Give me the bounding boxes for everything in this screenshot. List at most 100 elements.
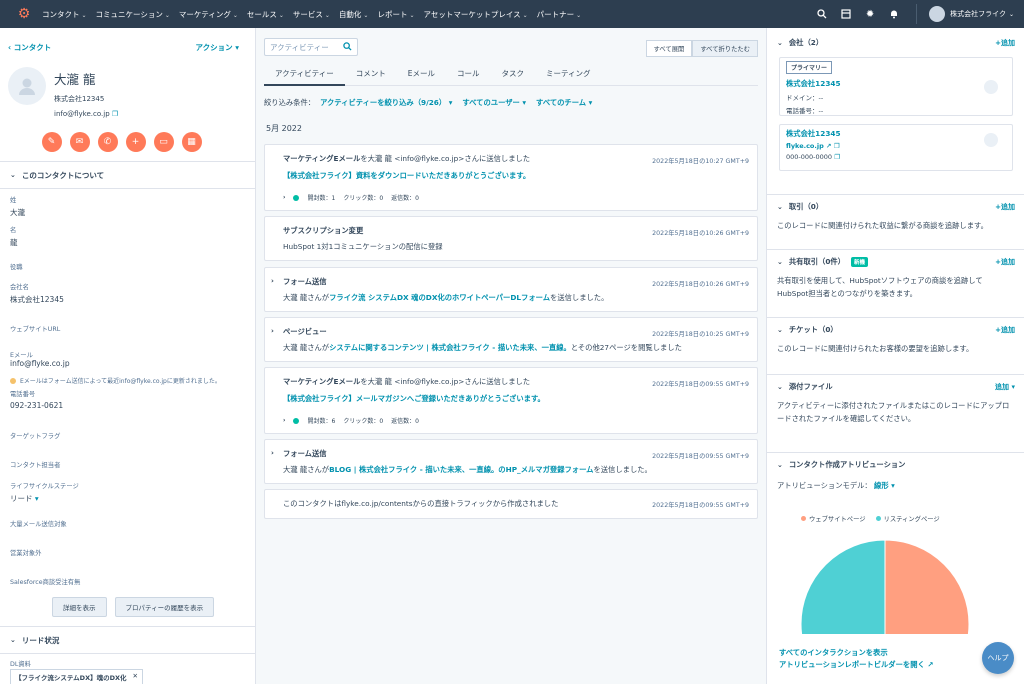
last-name-prop[interactable]: 姓大瀧 [0,195,35,218]
tickets-header[interactable]: ⌄ チケット（0） [777,325,838,335]
attribution-header[interactable]: ⌄ コンタクト作成アトリビューション [777,460,905,470]
dl-tag[interactable]: 【フライク流システムDX】魂のDX化 ✕ [10,669,143,684]
add-attachment-dropdown[interactable]: 追加 ▾ [995,382,1015,392]
expand-caret-icon[interactable]: › [271,277,274,285]
tab-activity[interactable]: アクティビティー [264,64,345,86]
tab-task[interactable]: タスク [490,64,535,86]
sales-exclude-prop[interactable]: 営業対象外 [0,548,51,557]
nav-sales[interactable]: セールス ⌄ [247,9,284,20]
email-stats[interactable]: › 開封数：1 クリック数：0 返信数：0 [283,193,419,202]
expand-caret-icon[interactable]: › [271,327,274,335]
gear-icon[interactable]: ✹ [862,6,878,22]
contact-name[interactable]: 大瀧 龍 [54,69,118,88]
pie-slice-1[interactable] [801,539,886,634]
copy-icon[interactable]: ❐ [834,142,840,150]
lead-section-header[interactable]: ⌄ リード状況 [0,626,255,654]
email-prop[interactable]: Eメール info@flyke.co.jp [0,350,80,368]
add-ticket-button[interactable]: +追加 [995,325,1015,335]
lifecycle-prop[interactable]: ライフサイクルステージ リード ▾ [0,481,89,504]
attachments-header[interactable]: ⌄ 添付ファイル [777,382,833,392]
email-stats[interactable]: › 開封数：6 クリック数：0 返信数：0 [283,416,419,425]
filter-activity-dropdown[interactable]: アクティビティーを絞り込み（9/26） ▾ [320,98,452,108]
expand-all-button[interactable]: すべて展開 [645,40,693,57]
email-subject-link[interactable]: 【株式会社フライク】メールマガジンへご登録いただきありがとうございます。 [283,394,545,404]
phone-prop[interactable]: 電話番号 092-231-0621 [0,389,73,410]
filter-users-dropdown[interactable]: すべてのユーザー ▾ [462,98,526,108]
shared-deals-header[interactable]: ⌄ 共有取引（0件） 新機 [777,257,869,267]
form-link[interactable]: BLOG | 株式会社フライク - 描いた未来、一直線。のHP_メルマガ登録フォ… [329,465,593,474]
job-title-prop[interactable]: 役職 [0,262,33,271]
expand-caret-icon[interactable]: › [283,194,285,201]
salesforce-prop[interactable]: Salesforce商談受注有無 [0,577,90,586]
contact-avatar[interactable] [8,67,46,105]
add-company-button[interactable]: +追加 [995,38,1015,48]
tab-call[interactable]: コール [446,64,491,86]
add-shared-deal-button[interactable]: +追加 [995,257,1015,267]
first-name-prop[interactable]: 名龍 [0,225,28,248]
activity-card-form-submission[interactable]: › フォーム送信 2022年5月18日の10:26 GMT+9 大瀧 龍さんがフ… [264,267,758,312]
hubspot-logo-icon[interactable]: ⚙ [14,4,34,24]
activity-card-created[interactable]: このコンタクトはflyke.co.jp/contentsからの直接トラフィックか… [264,489,758,519]
help-button[interactable]: ヘルプ [982,642,1014,674]
website-prop[interactable]: ウェブサイトURL [0,324,70,333]
about-section-header[interactable]: ⌄ このコンタクトについて [0,161,255,189]
company-prop[interactable]: 会社名 株式会社12345 [0,282,74,305]
show-details-button[interactable]: 詳細を表示 [52,597,107,617]
nav-contacts[interactable]: コンタクト ⌄ [42,9,87,20]
bell-icon[interactable] [886,6,902,22]
call-button[interactable]: ✆ [97,132,118,152]
add-button[interactable]: + [125,132,146,152]
copy-icon[interactable]: ❐ [834,153,840,161]
page-link[interactable]: システムに関するコンテンツ | 株式会社フライク - 描いた未来、一直線。 [329,343,571,352]
company-name-link[interactable]: 株式会社12345 [786,79,1006,89]
email-button[interactable]: ✉ [69,132,90,152]
attribution-model-dropdown[interactable]: 線形 ▾ [874,481,895,490]
company-card[interactable]: 株式会社12345 flyke.co.jp ↗ ❐ 000-000-0000 ❐ [779,124,1013,171]
tab-email[interactable]: Eメール [397,64,446,86]
tab-meeting[interactable]: ミーティング [535,64,602,86]
attribution-report-link[interactable]: アトリビューションレポートビルダーを開く ↗ [779,660,933,670]
activity-card-form-submission[interactable]: › フォーム送信 2022年5月18日の09:55 GMT+9 大瀧 龍さんがB… [264,439,758,484]
actions-dropdown[interactable]: アクション ▾ [195,42,239,53]
filter-teams-dropdown[interactable]: すべてのチーム ▾ [536,98,592,108]
search-icon[interactable] [814,6,830,22]
company-card-primary[interactable]: プライマリー 株式会社12345 ドメイン：-- 電話番号：-- [779,57,1013,116]
add-deal-button[interactable]: +追加 [995,202,1015,212]
nav-reports[interactable]: レポート ⌄ [377,9,414,20]
back-to-contacts-link[interactable]: ‹ コンタクト [8,42,51,53]
marketplace-icon[interactable] [838,6,854,22]
collapse-all-button[interactable]: すべて折りたたむ [692,40,758,57]
account-menu[interactable]: 株式会社フライク ⌄ [916,4,1014,24]
company-domain-link[interactable]: flyke.co.jp ↗ ❐ [786,142,1006,150]
close-icon[interactable]: ✕ [133,672,138,682]
form-link[interactable]: フライク流 システムDX 魂のDX化のホワイトペーパーDLフォーム [329,293,550,302]
search-icon[interactable] [343,41,352,53]
tab-comment[interactable]: コメント [345,64,397,86]
nav-communication[interactable]: コミュニケーション ⌄ [96,9,170,20]
all-interactions-link[interactable]: すべてのインタラクションを表示 [779,648,888,658]
email-subject-link[interactable]: 【株式会社フライク】資料をダウンロードいただきありがとうございます。 [283,171,530,181]
nav-automation[interactable]: 自動化 ⌄ [339,9,369,20]
owner-prop[interactable]: コンタクト担当者 [0,460,70,469]
activity-search-input[interactable]: アクティビティー [264,38,358,56]
expand-caret-icon[interactable]: › [283,417,285,424]
nav-marketing[interactable]: マーケティング ⌄ [179,9,238,20]
activity-card-marketing-email[interactable]: マーケティングEメールを大瀧 龍 <info@flyke.co.jp>さんに送信… [264,367,758,434]
expand-caret-icon[interactable]: › [271,449,274,457]
target-flag-prop[interactable]: ターゲットフラグ [0,431,70,440]
nav-service[interactable]: サービス ⌄ [293,9,330,20]
property-history-button[interactable]: プロパティーの履歴を表示 [114,597,215,617]
nav-partner[interactable]: パートナー ⌄ [537,9,582,20]
mail-target-prop[interactable]: 大量メール送信対象 [0,519,77,528]
company-name-link[interactable]: 株式会社12345 [786,129,1006,139]
copy-icon[interactable]: ❐ [112,110,118,118]
activity-card-subscription[interactable]: サブスクリプション変更 2022年5月18日の10:26 GMT+9 HubSp… [264,216,758,261]
deals-header[interactable]: ⌄ 取引（0） [777,202,823,212]
note-button[interactable]: ✎ [41,132,62,152]
task-button[interactable]: ▭ [153,132,174,152]
meeting-button[interactable]: ▦ [181,132,202,152]
nav-marketplace[interactable]: アセットマーケットプレイス ⌄ [423,9,527,20]
companies-header[interactable]: ⌄ 会社（2） [777,38,823,48]
activity-card-page-view[interactable]: › ページビュー 2022年5月18日の10:25 GMT+9 大瀧 龍さんがシ… [264,317,758,362]
activity-card-marketing-email[interactable]: マーケティングEメールを大瀧 龍 <info@flyke.co.jp>さんに送信… [264,144,758,211]
